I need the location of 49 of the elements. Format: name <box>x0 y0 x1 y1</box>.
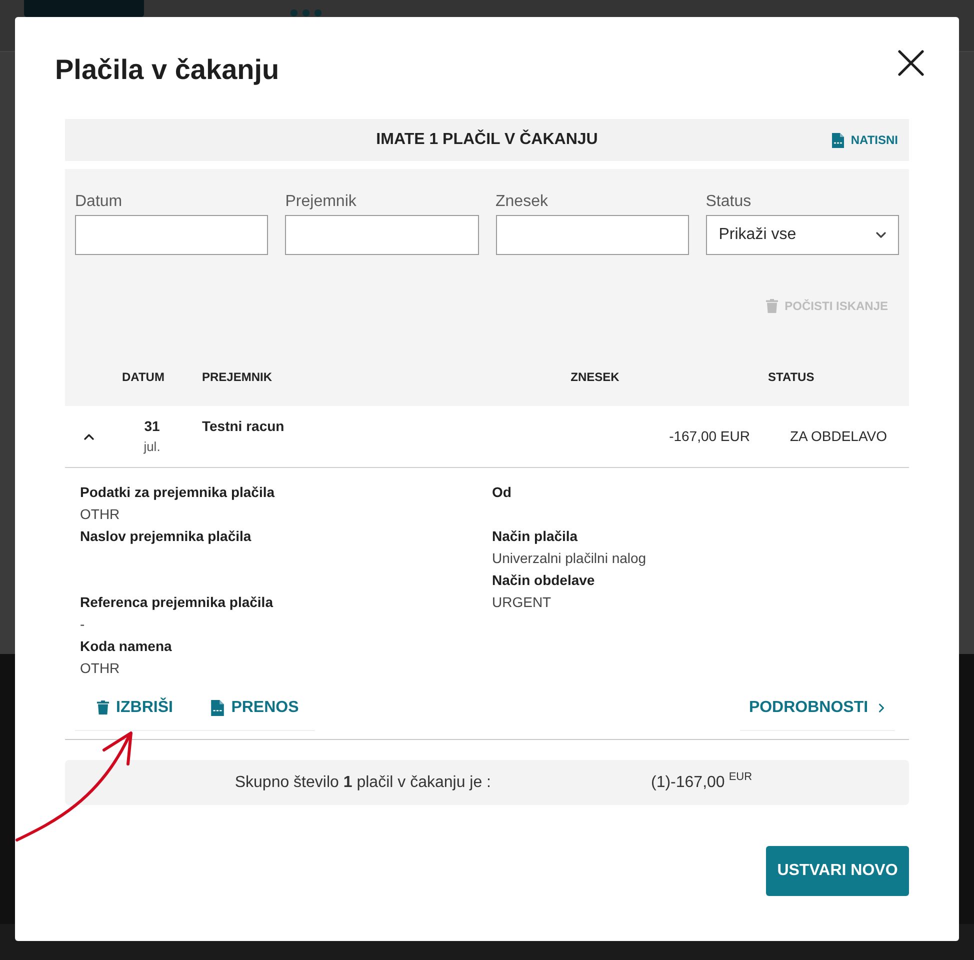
column-header: ZNESEK <box>570 369 620 386</box>
delete-button[interactable]: IZBRIŠI <box>75 685 195 731</box>
filter-label: Status <box>706 192 752 212</box>
detail-label: Način plačila <box>492 527 578 546</box>
download-button[interactable]: PRENOS <box>195 685 315 731</box>
total-amount: (1)-167,00 <box>651 772 725 792</box>
recipient-name: Testni racun <box>202 417 284 436</box>
input-field[interactable] <box>496 215 689 255</box>
detail-value: Univerzalni plačilni nalog <box>492 549 646 568</box>
currency-label: EUR <box>728 770 752 784</box>
more-dots-icon <box>290 9 322 17</box>
date-month: jul. <box>144 438 160 456</box>
close-icon <box>898 50 924 76</box>
summary-title: IMATE 1 PLAČIL V ČAKANJU <box>376 128 598 150</box>
detail-label: Podatki za prejemnika plačila <box>80 483 275 502</box>
pdf-file-icon <box>832 132 844 148</box>
detail-label: Naslov prejemnika plačila <box>80 527 252 546</box>
input-field[interactable] <box>285 215 478 255</box>
chevron-up-icon[interactable] <box>84 432 94 442</box>
trash-icon <box>97 700 110 715</box>
detail-label: Od <box>492 483 512 502</box>
date-day: 31 <box>144 416 160 436</box>
amount-text: -167,00 EUR <box>669 427 750 446</box>
print-link[interactable]: NATISNI <box>832 131 898 149</box>
filter-label: Znesek <box>496 192 549 212</box>
detail-label: Način obdelave <box>492 571 595 590</box>
column-header: STATUS <box>768 369 814 386</box>
chevron-down-icon <box>876 230 886 240</box>
detail-label: Koda namena <box>80 637 172 656</box>
detail-label: Referenca prejemnika plačila <box>80 593 273 612</box>
total-text: Skupno število 1 plačil v čakanju je : <box>234 772 491 792</box>
detail-value: OTHR <box>80 659 120 678</box>
trash-icon <box>766 299 778 313</box>
detail-value: URGENT <box>492 593 552 612</box>
create-new-button[interactable]: USTVARI NOVO <box>766 846 909 896</box>
column-header: DATUM <box>121 369 164 386</box>
pdf-file-icon <box>211 700 224 716</box>
detail-value: - <box>80 615 85 634</box>
details-link[interactable]: PODROBNOSTI <box>740 685 895 731</box>
filter-label: Prejemnik <box>285 192 358 212</box>
input-field[interactable] <box>75 215 268 255</box>
status-select[interactable]: Prikaži vse <box>706 215 899 255</box>
close-button[interactable] <box>898 50 924 76</box>
status-text: ZA OBDELAVO <box>790 427 887 446</box>
chevron-right-icon <box>877 702 886 712</box>
dialog-title: Plačila v čakanju <box>55 53 280 87</box>
filter-label: Datum <box>75 192 124 212</box>
column-header: PREJEMNIK <box>202 369 272 386</box>
detail-value: OTHR <box>80 505 120 524</box>
